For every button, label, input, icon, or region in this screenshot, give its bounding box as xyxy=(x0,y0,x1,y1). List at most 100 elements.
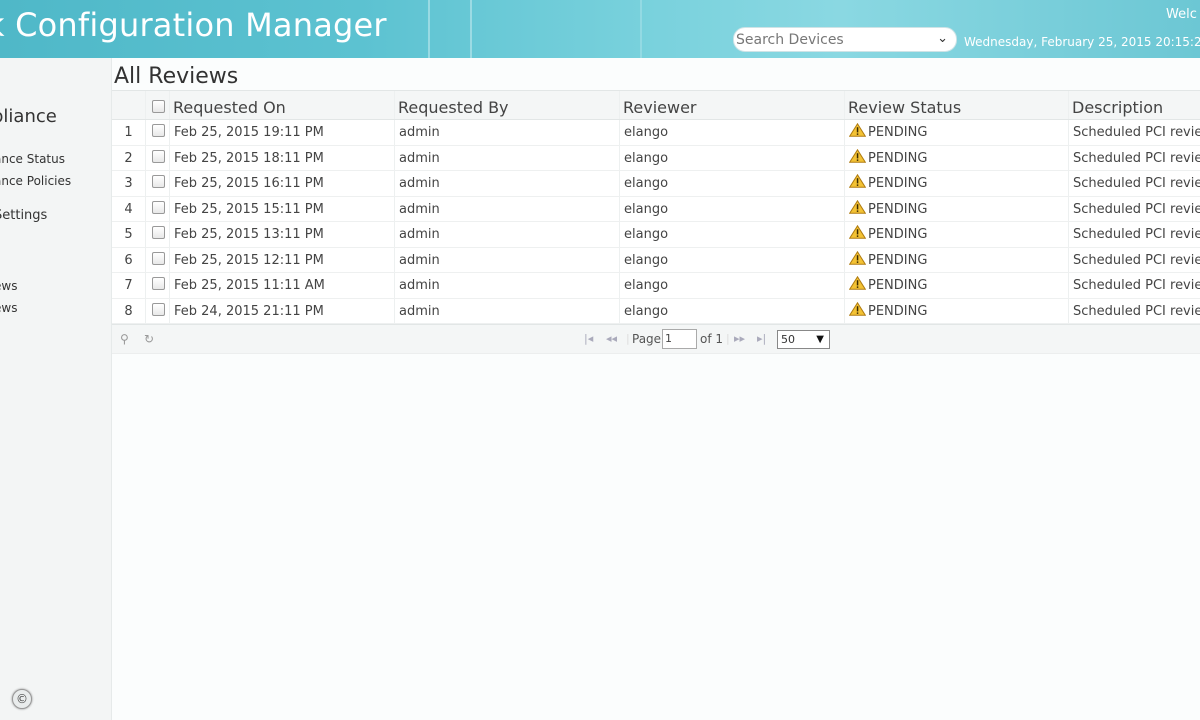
page-size-select[interactable]: 50 ▼ xyxy=(777,330,830,349)
requested-on-cell: Feb 25, 2015 18:11 PM xyxy=(170,145,395,170)
page-label: Page xyxy=(632,332,662,346)
table-row[interactable]: 5 Feb 25, 2015 13:11 PM admin elango PENDING… xyxy=(112,222,1200,248)
first-page-icon[interactable]: |◂ xyxy=(584,332,593,345)
row-select-cell xyxy=(146,273,170,298)
separator: | xyxy=(626,332,630,345)
previous-page-icon[interactable]: ◂◂ xyxy=(606,332,617,345)
table-row[interactable]: 2 Feb 25, 2015 18:11 PM admin elango PENDING… xyxy=(112,145,1200,171)
row-checkbox[interactable] xyxy=(152,226,165,239)
status-text: PENDING xyxy=(868,303,928,319)
description-cell: Scheduled PCI review xyxy=(1073,150,1200,166)
warning-icon xyxy=(848,223,867,239)
row-checkbox[interactable] xyxy=(152,175,165,188)
requested-on-cell: Feb 25, 2015 19:11 PM xyxy=(170,120,395,145)
table-row[interactable]: 7 Feb 25, 2015 11:11 AM admin elango PENDING… xyxy=(112,273,1200,299)
table-row[interactable]: 1 Feb 25, 2015 19:11 PM admin elango PENDING… xyxy=(112,120,1200,146)
review-status-cell: PENDING xyxy=(845,171,1069,196)
warning-icon xyxy=(848,147,867,163)
reviewer-cell: elango xyxy=(620,273,845,298)
reviewer-cell: elango xyxy=(620,298,845,323)
row-number-header xyxy=(112,91,146,119)
status-text: PENDING xyxy=(868,252,928,268)
sidebar-item-compliance-status[interactable]: ance Status xyxy=(0,152,65,166)
review-status-cell: PENDING xyxy=(845,222,1069,247)
status-text: PENDING xyxy=(868,227,928,242)
requested-by-cell: admin xyxy=(395,222,620,247)
requested-by-cell: admin xyxy=(395,145,620,170)
column-header-requested-on[interactable]: Requested On xyxy=(170,91,395,119)
warning-icon xyxy=(848,274,867,290)
chevron-down-icon[interactable]: ⌄ xyxy=(937,31,948,46)
column-header-description[interactable]: Description xyxy=(1069,91,1200,119)
row-select-cell xyxy=(146,247,170,272)
warning-icon xyxy=(848,172,867,188)
reviewer-cell: elango xyxy=(620,247,845,272)
column-header-reviewer[interactable]: Reviewer xyxy=(620,91,845,119)
reviewer-cell: elango xyxy=(620,120,845,145)
description-cell: Scheduled PCI review xyxy=(1073,252,1200,268)
warning-icon xyxy=(848,198,867,214)
row-checkbox[interactable] xyxy=(152,124,165,137)
row-checkbox[interactable] xyxy=(152,251,165,265)
requested-on-cell: Feb 25, 2015 16:11 PM xyxy=(170,171,395,196)
status-text: PENDING xyxy=(868,150,928,166)
warning-icon xyxy=(848,300,867,316)
welcome-text: Welc xyxy=(1166,7,1197,22)
status-text: PENDING xyxy=(868,176,928,191)
page-count-label: of 1 xyxy=(700,332,724,346)
row-number: 6 xyxy=(112,247,146,272)
row-number: 1 xyxy=(112,120,146,145)
header-decoration xyxy=(470,0,472,58)
select-all-checkbox[interactable] xyxy=(152,100,165,113)
row-select-cell xyxy=(146,145,170,170)
search-devices-combobox[interactable]: ⌄ xyxy=(733,27,957,52)
requested-on-cell: Feb 25, 2015 15:11 PM xyxy=(170,196,395,221)
refresh-icon[interactable]: ↻ xyxy=(144,332,154,346)
current-datetime: Wednesday, February 25, 2015 20:15:2 xyxy=(964,35,1200,49)
sidebar-item-all-reviews[interactable]: ews xyxy=(0,301,17,315)
select-all-cell xyxy=(146,91,170,119)
page-size-value: 50 xyxy=(781,333,795,346)
row-checkbox[interactable] xyxy=(152,149,165,163)
row-checkbox[interactable] xyxy=(152,200,165,214)
row-checkbox[interactable] xyxy=(152,302,165,316)
row-select-cell xyxy=(146,171,170,196)
description-cell: Scheduled PCI review xyxy=(1073,201,1200,217)
table-row[interactable]: 8 Feb 24, 2015 21:11 PM admin elango PENDING… xyxy=(112,298,1200,324)
copyright-icon[interactable]: © xyxy=(12,689,32,709)
row-checkbox[interactable] xyxy=(152,277,165,290)
table-row[interactable]: 6 Feb 25, 2015 12:11 PM admin elango PENDING… xyxy=(112,247,1200,273)
review-status-cell: PENDING xyxy=(845,196,1069,221)
requested-on-cell: Feb 25, 2015 13:11 PM xyxy=(170,222,395,247)
sidebar: pliance ance Status ance Policies Settin… xyxy=(0,58,112,720)
review-status-cell: PENDING xyxy=(845,120,1069,145)
column-header-review-status[interactable]: Review Status xyxy=(845,91,1069,119)
row-number: 2 xyxy=(112,145,146,170)
column-header-requested-by[interactable]: Requested By xyxy=(395,91,620,119)
sidebar-item-compliance-policies[interactable]: ance Policies xyxy=(0,174,71,188)
requested-on-cell: Feb 25, 2015 11:11 AM xyxy=(170,273,395,298)
table-header: Requested On Requested By Reviewer Revie… xyxy=(112,90,1200,120)
search-input[interactable] xyxy=(736,30,932,50)
sidebar-item-reviews[interactable]: ews xyxy=(0,279,17,293)
review-status-cell: PENDING xyxy=(845,298,1069,323)
sidebar-item-settings[interactable]: Settings xyxy=(0,208,47,223)
requested-by-cell: admin xyxy=(395,171,620,196)
last-page-icon[interactable]: ▸| xyxy=(757,332,766,345)
requested-on-cell: Feb 24, 2015 21:11 PM xyxy=(170,298,395,323)
app-header: k Configuration Manager ⌄ Wednesday, Feb… xyxy=(0,0,1200,58)
next-page-icon[interactable]: ▸▸ xyxy=(734,332,745,345)
main-content: All Reviews Requested On Requested By Re… xyxy=(112,58,1200,720)
sidebar-heading: pliance xyxy=(0,106,57,127)
table-row[interactable]: 3 Feb 25, 2015 16:11 PM admin elango PENDING… xyxy=(112,171,1200,197)
status-text: PENDING xyxy=(868,201,928,217)
page-number-input[interactable]: 1 xyxy=(662,329,697,349)
app-title: k Configuration Manager xyxy=(0,6,387,44)
search-icon[interactable]: ⚲ xyxy=(120,332,129,346)
reviews-table: Requested On Requested By Reviewer Revie… xyxy=(112,90,1200,324)
table-row[interactable]: 4 Feb 25, 2015 15:11 PM admin elango PENDING… xyxy=(112,196,1200,222)
row-number: 4 xyxy=(112,196,146,221)
row-select-cell xyxy=(146,196,170,221)
warning-icon xyxy=(848,249,867,265)
description-cell: Scheduled PCI review xyxy=(1073,227,1200,242)
